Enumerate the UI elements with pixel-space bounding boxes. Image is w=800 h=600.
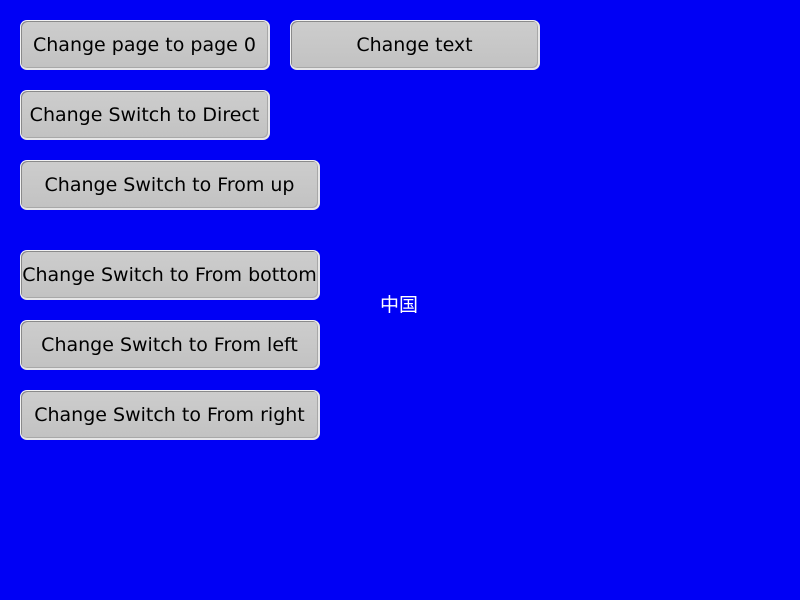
switch-from-right-button[interactable]: Change Switch to From right [20, 390, 320, 440]
switch-direct-button[interactable]: Change Switch to Direct [20, 90, 270, 140]
change-page-button[interactable]: Change page to page 0 [20, 20, 270, 70]
switch-from-left-button[interactable]: Change Switch to From left [20, 320, 320, 370]
center-text-label: 中国 [380, 294, 419, 316]
switch-from-up-button[interactable]: Change Switch to From up [20, 160, 320, 210]
switch-from-bottom-button[interactable]: Change Switch to From bottom [20, 250, 320, 300]
change-text-button[interactable]: Change text [290, 20, 540, 70]
